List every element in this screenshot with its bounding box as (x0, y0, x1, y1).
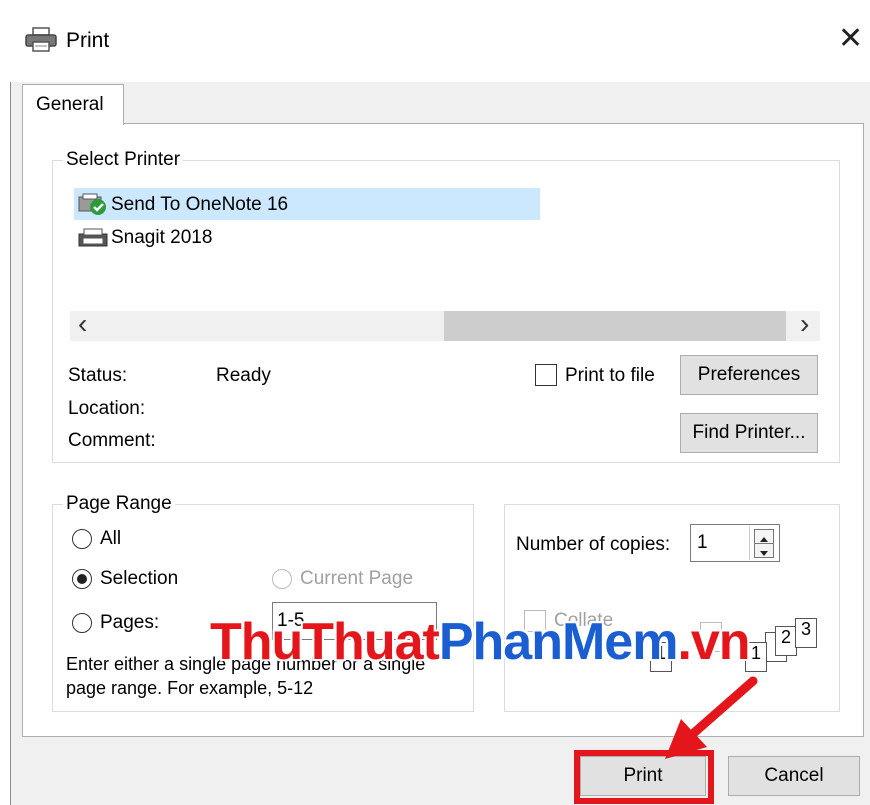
comment-label: Comment: (68, 430, 156, 451)
find-printer-button[interactable]: Find Printer... (680, 413, 818, 453)
pages-radio[interactable] (72, 613, 92, 633)
print-to-file-checkbox[interactable] (535, 364, 557, 386)
title-bar (0, 0, 870, 82)
print-to-file-label[interactable]: Print to file (565, 365, 655, 387)
pages-radio-label[interactable]: Pages: (100, 612, 159, 634)
page-range-help-line2: page range. For example, 5-12 (66, 678, 314, 698)
preferences-button[interactable]: Preferences (680, 355, 818, 395)
copies-spinner[interactable] (749, 526, 778, 560)
collate-page: 3 (795, 618, 817, 648)
tab-general-label: General (36, 94, 104, 115)
radio-dot (77, 574, 87, 584)
spin-up-icon[interactable] (754, 529, 774, 544)
printer-name: Snagit 2018 (111, 227, 213, 248)
select-printer-legend: Select Printer (63, 149, 184, 171)
window-title: Print (66, 29, 110, 52)
watermark-logo: ThuThuatPhanMem.vn (210, 612, 751, 672)
page-number: 2 (780, 627, 791, 647)
copies-label: Number of copies: (516, 534, 671, 555)
status-value: Ready (216, 365, 271, 386)
spin-down-icon[interactable] (754, 543, 774, 558)
printer-name: Send To OneNote 16 (111, 194, 289, 215)
printer-icon (78, 228, 108, 250)
page-range-legend: Page Range (63, 493, 175, 515)
close-icon[interactable]: ✕ (838, 24, 863, 54)
current-page-radio-label[interactable]: Current Page (300, 568, 413, 590)
printer-item-onenote[interactable]: Send To OneNote 16 (76, 191, 536, 219)
page-number: 1 (750, 643, 761, 663)
annotation-arrow-icon (655, 675, 760, 765)
all-radio-label[interactable]: All (100, 528, 121, 550)
status-label: Status: (68, 365, 128, 386)
scrollbar-thumb[interactable] (444, 311, 786, 341)
watermark-part: PhanMem (438, 613, 679, 671)
selection-radio[interactable] (72, 569, 92, 589)
printer-icon (24, 27, 58, 53)
selection-radio-label[interactable]: Selection (100, 568, 178, 590)
desktop-edge (0, 82, 10, 805)
collate-page: 2 (775, 626, 797, 656)
tab-general[interactable]: General (22, 84, 124, 125)
cancel-button-label: Cancel (764, 765, 824, 786)
onenote-printer-icon (78, 193, 108, 217)
all-radio[interactable] (72, 529, 92, 549)
watermark-part: .vn (677, 613, 750, 671)
find-printer-button-label: Find Printer... (692, 422, 806, 443)
current-page-radio[interactable] (272, 569, 292, 589)
preferences-button-label: Preferences (697, 364, 801, 385)
location-label: Location: (68, 398, 146, 419)
scroll-left-icon[interactable]: ‹ (78, 308, 87, 340)
page-number: 3 (800, 619, 811, 639)
watermark-part: ThuThuat (210, 613, 440, 671)
printer-item-snagit[interactable]: Snagit 2018 (76, 224, 536, 252)
window-border (10, 82, 11, 805)
copies-input-value: 1 (697, 532, 708, 553)
scroll-right-icon[interactable]: › (800, 308, 809, 340)
